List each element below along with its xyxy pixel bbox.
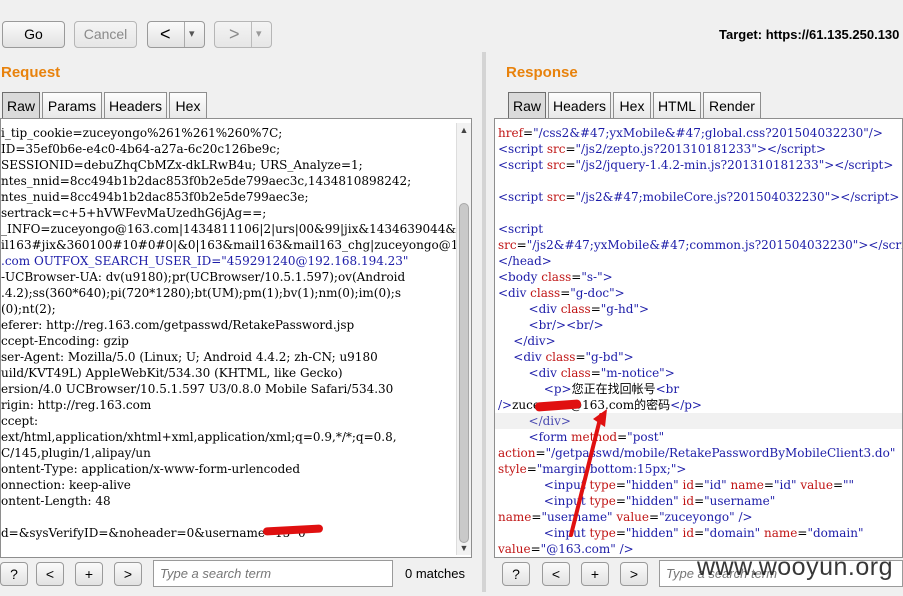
tab-request-hex[interactable]: Hex: [169, 92, 207, 118]
go-button[interactable]: Go: [2, 21, 65, 48]
request-match-count: 0 matches: [405, 566, 465, 581]
top-toolbar: [0, 0, 903, 8]
request-line: -UCBrowser-UA: dv(u9180);pr(UCBrowser/10…: [1, 270, 406, 284]
tab-response-hex[interactable]: Hex: [613, 92, 651, 118]
request-help-button[interactable]: ?: [0, 562, 28, 586]
request-line: .com OUTFOX_SEARCH_USER_ID="459291240@19…: [1, 254, 409, 268]
request-title: Request: [1, 64, 61, 81]
request-scrollbar[interactable]: ▲ ▼: [456, 123, 471, 555]
response-add-button[interactable]: +: [581, 562, 609, 586]
request-line: (0);nt(2);: [1, 302, 56, 316]
back-arrow-icon: <: [160, 24, 171, 44]
tab-request-headers[interactable]: Headers: [104, 92, 167, 118]
request-line: .4.2);ss(360*640);pi(720*1280);bt(UM);pm…: [1, 286, 402, 300]
request-line: ID=35ef0b6e-e4c0-4b64-a27a-6c20c126be9c;: [1, 142, 281, 156]
forward-dropdown-icon[interactable]: ▾: [251, 22, 262, 47]
request-line: onnection: keep-alive: [1, 478, 131, 492]
panel-splitter[interactable]: [482, 52, 486, 592]
request-line: il163#jix&360100#10#0#0|&0|163&mail163&m…: [1, 238, 467, 252]
request-line: ontent-Length: 48: [1, 494, 111, 508]
request-line: uild/KVT49L) AppleWebKit/534.30 (KHTML, …: [1, 366, 343, 380]
request-line: ccept-Encoding: gzip: [1, 334, 129, 348]
request-line: C/145,plugin/1,alipay/un: [1, 446, 151, 460]
watermark: www.wooyun.org: [697, 553, 893, 581]
request-add-button[interactable]: +: [75, 562, 103, 586]
response-next-button[interactable]: >: [620, 562, 648, 586]
request-line: ntes_nnid=8cc494b1b2dac853f0b2e5de799aec…: [1, 174, 412, 188]
scrollbar-thumb[interactable]: [459, 203, 469, 543]
request-line: SESSIONID=debuZhqCbMZx-dkLRwB4u; URS_Ana…: [1, 158, 363, 172]
cancel-button[interactable]: Cancel: [74, 21, 137, 48]
tab-request-raw[interactable]: Raw: [2, 92, 40, 118]
request-line: [1, 509, 467, 525]
request-line: ccept:: [1, 414, 39, 428]
response-title: Response: [506, 64, 578, 81]
forward-button[interactable]: > ▾: [214, 21, 272, 48]
request-line: ser-Agent: Mozilla/5.0 (Linux; U; Androi…: [1, 350, 378, 364]
tab-response-html[interactable]: HTML: [653, 92, 701, 118]
tab-response-headers[interactable]: Headers: [548, 92, 611, 118]
back-dropdown-icon[interactable]: ▾: [184, 22, 195, 47]
request-line: ntes_nuid=8cc494b1b2dac853f0b2e5de799aec…: [1, 190, 309, 204]
response-prev-button[interactable]: <: [542, 562, 570, 586]
tab-request-params[interactable]: Params: [42, 92, 102, 118]
back-button[interactable]: < ▾: [147, 21, 205, 48]
request-line: d=&sysVerifyID=&noheader=0&username=15 0: [1, 526, 306, 540]
request-search-input[interactable]: Type a search term: [153, 560, 393, 587]
scroll-up-icon[interactable]: ▲: [457, 123, 471, 137]
tab-response-raw[interactable]: Raw: [508, 92, 546, 118]
response-editor[interactable]: href="/css2&#47;yxMobile&#47;global.css?…: [494, 118, 903, 558]
annotation-arrow: [569, 409, 607, 537]
request-prev-button[interactable]: <: [36, 562, 64, 586]
request-raw-text: i_tip_cookie=zuceyongo%261%261%260%7C; ID…: [1, 125, 467, 541]
request-line: rigin: http://reg.163.com: [1, 398, 152, 412]
tab-response-render[interactable]: Render: [703, 92, 761, 118]
request-line: ext/html,application/xhtml+xml,applicati…: [1, 430, 397, 444]
request-line: i_tip_cookie=zuceyongo%261%261%260%7C;: [1, 126, 283, 140]
request-line: _INFO=zuceyongo@163.com|1434811106|2|urs…: [1, 222, 468, 236]
target-label: Target: https://61.135.250.130: [719, 27, 900, 42]
selected-line-highlight: [495, 413, 902, 429]
request-line: ontent-Type: application/x-www-form-urle…: [1, 462, 301, 476]
scroll-down-icon[interactable]: ▼: [457, 541, 471, 555]
request-editor[interactable]: i_tip_cookie=zuceyongo%261%261%260%7C; ID…: [0, 118, 472, 558]
response-raw-text: href="/css2&#47;yxMobile&#47;global.css?…: [498, 126, 902, 556]
request-line: ersion/4.0 UCBrowser/10.5.1.597 U3/0.8.0…: [1, 382, 394, 396]
forward-arrow-icon: >: [229, 24, 240, 44]
request-line: eferer: http://reg.163.com/getpasswd/Ret…: [1, 318, 355, 332]
request-next-button[interactable]: >: [114, 562, 142, 586]
request-line: sertrack=c+5+hVWFevMaUzedhG6jAg==;: [1, 206, 267, 220]
response-help-button[interactable]: ?: [502, 562, 530, 586]
